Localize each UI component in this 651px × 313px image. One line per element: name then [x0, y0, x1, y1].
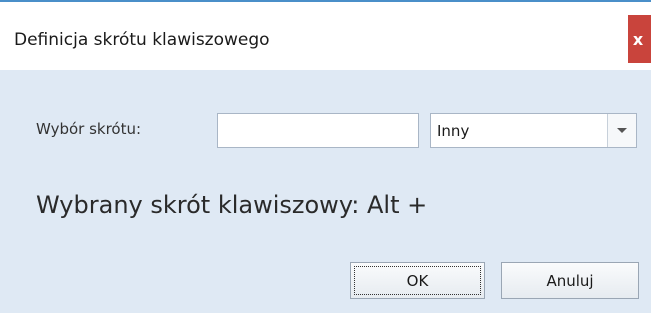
window-title: Definicja skrótu klawiszowego: [14, 30, 270, 50]
key-select-value: Inny: [437, 122, 470, 140]
key-select[interactable]: Inny: [430, 113, 637, 148]
cancel-button-label: Anuluj: [546, 271, 594, 290]
cancel-button[interactable]: Anuluj: [501, 262, 639, 299]
dialog-body: Wybór skrótu: Inny Wybrany skrót klawisz…: [0, 70, 651, 313]
title-bar[interactable]: Definicja skrótu klawiszowego x: [0, 2, 651, 70]
selected-shortcut-text: Wybrany skrót klawiszowy: Alt +: [36, 191, 428, 219]
close-icon: x: [632, 29, 644, 49]
ok-button[interactable]: OK: [350, 262, 485, 299]
close-button[interactable]: x: [628, 15, 651, 63]
shortcut-label: Wybór skrótu:: [36, 120, 142, 138]
shortcut-input[interactable]: [217, 113, 419, 148]
chevron-down-icon: [617, 128, 627, 133]
focus-ring: [354, 266, 481, 295]
dropdown-button[interactable]: [607, 114, 636, 147]
